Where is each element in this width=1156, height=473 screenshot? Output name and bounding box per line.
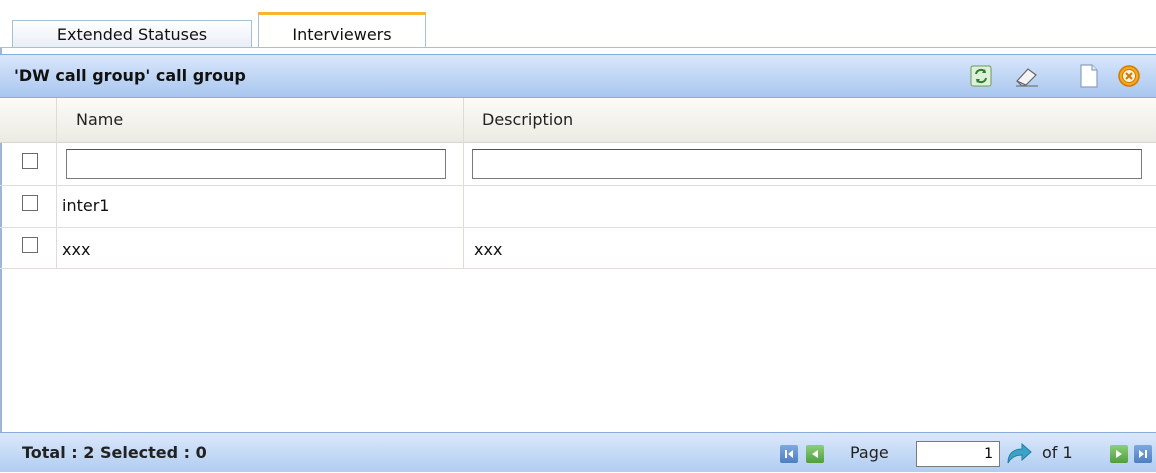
new-document-icon[interactable] — [1076, 63, 1102, 89]
name-filter-input[interactable] — [66, 149, 446, 179]
filter-row — [0, 143, 1156, 186]
table-row[interactable]: xxx xxx — [0, 228, 1156, 269]
table-row[interactable]: inter1 — [0, 186, 1156, 228]
description-filter-input[interactable] — [472, 149, 1142, 179]
page-label: Page — [850, 443, 889, 462]
cell-name: inter1 — [62, 196, 110, 215]
row-checkbox[interactable] — [22, 195, 38, 211]
select-all-checkbox[interactable] — [22, 153, 38, 169]
go-arrow-icon[interactable] — [1004, 439, 1034, 467]
tab-strip: Extended Statuses Interviewers — [0, 0, 1156, 48]
tab-extended-statuses[interactable]: Extended Statuses — [12, 20, 252, 47]
first-page-icon[interactable] — [780, 445, 798, 463]
column-header-name[interactable]: Name — [76, 98, 123, 142]
column-header-description[interactable]: Description — [482, 98, 573, 142]
total-selected-summary: Total : 2 Selected : 0 — [22, 443, 207, 462]
tab-interviewers[interactable]: Interviewers — [258, 12, 426, 48]
page-number-input[interactable] — [916, 441, 1000, 467]
grid-footer: Total : 2 Selected : 0 Page of 1 — [0, 432, 1156, 472]
previous-page-icon[interactable] — [806, 445, 824, 463]
panel-title: 'DW call group' call group — [14, 66, 246, 85]
cell-description: xxx — [474, 240, 503, 259]
delete-icon[interactable] — [1116, 63, 1142, 89]
last-page-icon[interactable] — [1134, 445, 1152, 463]
page-count-label: of 1 — [1042, 443, 1073, 462]
next-page-icon[interactable] — [1110, 445, 1128, 463]
panel-header: 'DW call group' call group — [0, 54, 1156, 98]
eraser-icon[interactable] — [1014, 63, 1040, 89]
grid-header: Name Description — [0, 98, 1156, 143]
refresh-icon[interactable] — [968, 63, 994, 89]
cell-name: xxx — [62, 240, 91, 259]
row-checkbox[interactable] — [22, 237, 38, 253]
